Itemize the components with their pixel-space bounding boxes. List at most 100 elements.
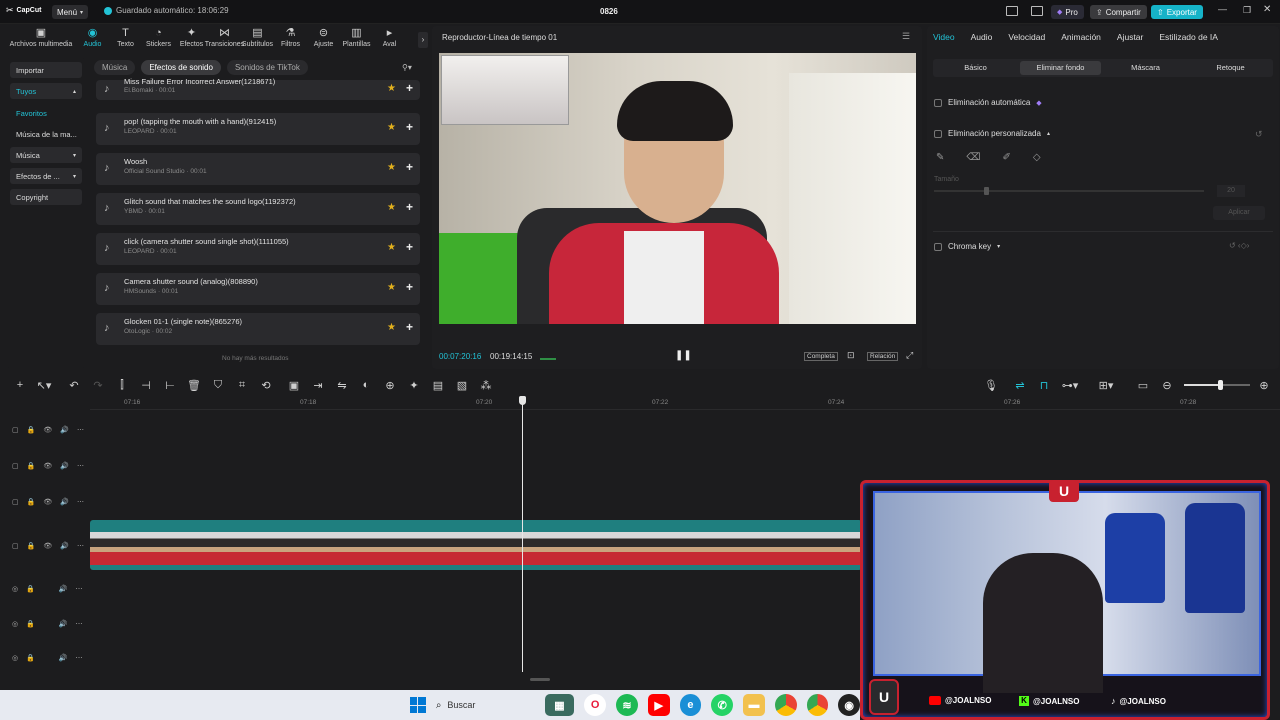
- mic-icon[interactable]: 🎙: [979, 379, 1003, 392]
- tab-0[interactable]: Video: [933, 32, 955, 42]
- delete-icon[interactable]: 🗑: [182, 379, 206, 392]
- crop-icon[interactable]: ⌗: [230, 379, 254, 392]
- zoom-in-icon[interactable]: ⊕: [1252, 379, 1276, 392]
- sidebar-item-import[interactable]: Importar: [10, 62, 82, 78]
- nav-item-4[interactable]: ✦ Efectos: [175, 27, 208, 48]
- snapshot-icon[interactable]: ⊡: [847, 350, 855, 361]
- playhead-handle[interactable]: [519, 396, 526, 405]
- favorite-star-icon[interactable]: ★: [387, 162, 396, 173]
- whatsapp-icon[interactable]: ✆: [711, 694, 734, 716]
- more-icon[interactable]: ⋯: [76, 620, 83, 628]
- track-toggle-icon[interactable]: ▢: [12, 498, 19, 506]
- subtitle-icon[interactable]: ▤: [426, 379, 450, 392]
- favorite-star-icon[interactable]: ★: [387, 242, 396, 253]
- menu-button[interactable]: Menú ▾: [52, 5, 89, 19]
- add-sound-icon[interactable]: +: [406, 320, 413, 334]
- volume-icon[interactable]: 🔊: [60, 426, 69, 434]
- maximize-icon[interactable]: ❐: [1243, 5, 1251, 16]
- smart-eraser-icon[interactable]: ⌫: [966, 152, 980, 163]
- volume-icon[interactable]: 🔊: [59, 620, 68, 628]
- tab-2[interactable]: Velocidad: [1008, 32, 1045, 42]
- tab-music[interactable]: Música: [94, 60, 136, 75]
- freeze-icon[interactable]: ▣: [282, 379, 306, 392]
- share-button[interactable]: ⇪ Compartir: [1090, 5, 1147, 19]
- sound-item[interactable]: ♪ pop! (tapping the mouth with a hand)(91…: [96, 113, 420, 145]
- export-button[interactable]: ⇧ Exportar: [1151, 5, 1203, 19]
- timeline-ruler[interactable]: 07:16 07:18 07:20 07:22 07:24 07:26 07:28: [90, 396, 1280, 410]
- track-toggle-icon[interactable]: ▢: [12, 462, 19, 470]
- taskbar-search[interactable]: ⌕ Buscar: [436, 694, 535, 716]
- size-value[interactable]: 20: [1217, 185, 1245, 197]
- eye-icon[interactable]: 👁: [43, 498, 52, 506]
- nav-item-5[interactable]: ⋈ Transiciones: [205, 27, 244, 48]
- smart-brush-icon[interactable]: ✎: [936, 152, 944, 163]
- tab-5[interactable]: Estilizado de IA: [1159, 32, 1218, 42]
- favorite-star-icon[interactable]: ★: [387, 282, 396, 293]
- undo-icon[interactable]: ↶: [62, 379, 86, 392]
- volume-icon[interactable]: 🔊: [60, 462, 69, 470]
- magic-icon[interactable]: ✦: [402, 379, 426, 392]
- lock-icon[interactable]: 🔒: [27, 426, 36, 434]
- add-sound-icon[interactable]: +: [406, 81, 413, 95]
- sound-item[interactable]: ♪ Glitch sound that matches the sound log…: [96, 193, 420, 225]
- timeline-scrollbar[interactable]: [530, 678, 550, 681]
- close-icon[interactable]: ✕: [1263, 4, 1271, 15]
- speed-icon[interactable]: ⟲: [254, 379, 278, 392]
- nav-item-8[interactable]: ⊜ Ajuste: [307, 27, 340, 48]
- lock-icon[interactable]: 🔒: [26, 654, 35, 662]
- add-sound-icon[interactable]: +: [406, 280, 413, 294]
- keyframe-icon[interactable]: ↺ ‹◇›: [1229, 241, 1249, 250]
- subtab-0[interactable]: Básico: [935, 61, 1016, 75]
- pro-button[interactable]: ◆ Pro: [1051, 5, 1084, 19]
- favorite-star-icon[interactable]: ★: [387, 122, 396, 133]
- image-icon[interactable]: ▧: [450, 379, 474, 392]
- favorite-star-icon[interactable]: ★: [387, 322, 396, 333]
- volume-icon[interactable]: 🔊: [60, 498, 69, 506]
- fullscreen-icon[interactable]: ⤢: [906, 350, 913, 361]
- size-slider[interactable]: [934, 187, 1204, 195]
- chroma-key-row[interactable]: Chroma key ▾: [934, 242, 1000, 251]
- magnet-icon[interactable]: ⊓: [1032, 379, 1056, 392]
- favorite-star-icon[interactable]: ★: [387, 202, 396, 213]
- nav-item-2[interactable]: T Texto: [109, 27, 142, 48]
- sound-item[interactable]: ♪ Woosh Official Sound Studio · 00:01 ★ +: [96, 153, 420, 185]
- video-clip[interactable]: [90, 520, 862, 570]
- volume-icon[interactable]: 🔊: [59, 585, 68, 593]
- pause-button[interactable]: ❚❚: [675, 350, 692, 361]
- split-icon[interactable]: ⫿: [110, 379, 134, 392]
- video-preview[interactable]: [439, 53, 916, 324]
- reverse-icon[interactable]: ⇥: [306, 379, 330, 392]
- sidebar-item-favorites[interactable]: Favoritos: [10, 105, 82, 121]
- eye-icon[interactable]: 👁: [43, 426, 52, 434]
- chevron-right-icon[interactable]: ›: [418, 32, 428, 48]
- custom-removal-checkbox[interactable]: [934, 129, 942, 138]
- nav-item-3[interactable]: ◔ Stickers: [142, 27, 175, 48]
- zoom-slider[interactable]: [1184, 380, 1250, 390]
- linkage-icon[interactable]: ⊶▾: [1058, 379, 1082, 392]
- audio-track-icon[interactable]: ◎: [12, 585, 18, 593]
- tab-4[interactable]: Ajustar: [1117, 32, 1143, 42]
- sidebar-item-brand-music[interactable]: Música de la ma...: [10, 126, 86, 142]
- favorite-star-icon[interactable]: ★: [387, 83, 396, 94]
- sound-item[interactable]: ♪ Camera shutter sound (analog)(808890) HM…: [96, 273, 420, 305]
- mask-icon[interactable]: ◐: [354, 379, 378, 391]
- zoom-out-icon[interactable]: ⊖: [1155, 379, 1179, 392]
- sound-item[interactable]: ♪ click (camera shutter sound single shot…: [96, 233, 420, 265]
- split-right-icon[interactable]: ⊢: [158, 379, 182, 392]
- volume-icon[interactable]: 🔊: [59, 654, 68, 662]
- apply-button[interactable]: Aplicar: [1213, 206, 1265, 220]
- add-sound-icon[interactable]: +: [406, 120, 413, 134]
- select-tool-icon[interactable]: ↖▾: [32, 379, 56, 392]
- redo-icon[interactable]: ↷: [86, 379, 110, 392]
- sidebar-item-music[interactable]: Música ▾: [10, 147, 82, 163]
- nav-item-1[interactable]: ◉ Audio: [76, 27, 109, 48]
- size-slider-handle[interactable]: [984, 187, 989, 195]
- shortcuts-icon[interactable]: [1031, 6, 1043, 16]
- nav-item-7[interactable]: ⚗ Filtros: [274, 27, 307, 48]
- player-menu-icon[interactable]: ☰: [902, 31, 910, 42]
- lock-icon[interactable]: 🔒: [26, 585, 35, 593]
- sound-item[interactable]: ♪ Miss Failure Error Incorrect Answer(121…: [96, 77, 420, 100]
- more-icon[interactable]: ⋯: [77, 462, 84, 470]
- track-toggle-icon[interactable]: ▢: [12, 542, 19, 550]
- nav-item-0[interactable]: ▣ Archivos multimedia: [6, 27, 76, 48]
